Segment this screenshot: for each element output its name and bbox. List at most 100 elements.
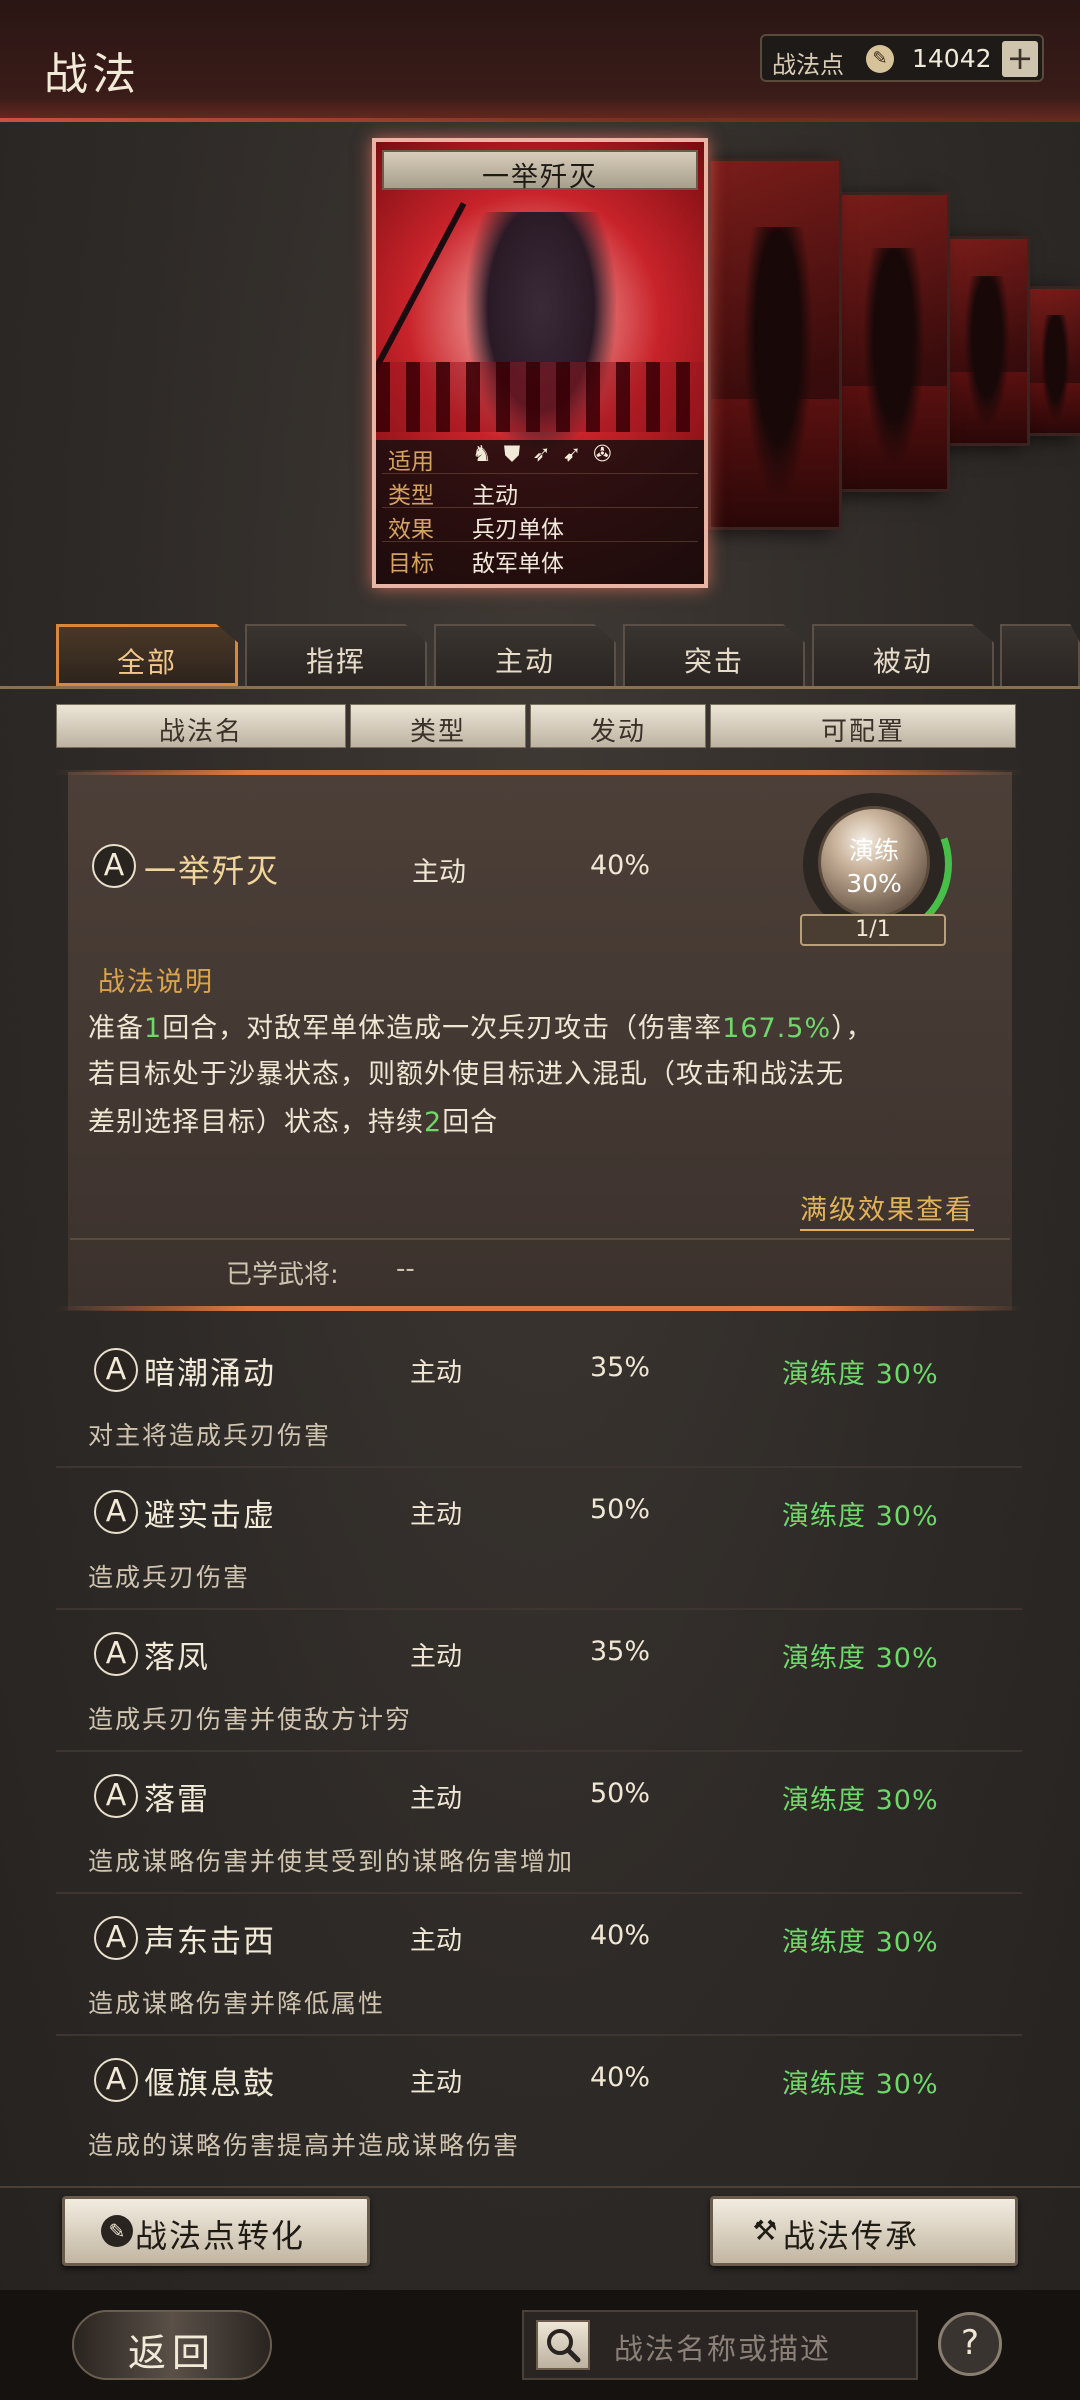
tab-active[interactable]: 主动 <box>434 624 616 686</box>
tactic-points-label: 战法点 <box>772 51 844 79</box>
tactic-points-value: 14042 <box>912 44 992 73</box>
tab-all[interactable]: 全部 <box>56 624 238 686</box>
grade-badge: A <box>94 1490 138 1534</box>
grade-badge: A <box>94 2058 138 2102</box>
page-title: 战法 <box>44 49 140 100</box>
drill-value: 30% <box>846 869 902 898</box>
tactic-summary: 造成谋略伤害并使其受到的谋略伤害增加 <box>88 1847 575 1876</box>
card-info-row: 目标 敌军单体 <box>382 542 698 577</box>
tactic-summary: 对主将造成兵刃伤害 <box>88 1421 332 1450</box>
tab-label: 主动 <box>494 645 555 678</box>
hammer-icon: ⚒ <box>752 2214 778 2247</box>
search-icon <box>547 2329 581 2363</box>
info-key: 目标 <box>388 551 434 577</box>
description-text: 回合 <box>442 1107 499 1138</box>
tactic-name: 一举歼灭 <box>144 852 281 890</box>
button-label: 战法点转化 <box>135 2217 306 2255</box>
tactic-row[interactable]: A 偃旗息鼓 主动 40% 演练度 30% 造成的谋略伤害提高并造成谋略伤害 <box>56 2036 1022 2178</box>
column-label: 可配置 <box>820 717 905 747</box>
army-illustration <box>376 362 704 432</box>
shield-icon: ⛊ <box>503 442 533 467</box>
tactic-points-box: 战法点 ✎ 14042 + <box>760 34 1044 82</box>
description-line: 若目标处于沙暴状态，则额外使目标进入混乱（攻击和战法无 <box>88 1059 844 1090</box>
info-key: 类型 <box>388 483 434 509</box>
drill-count: 1/1 <box>855 917 891 942</box>
column-configurable[interactable]: 可配置 <box>710 704 1016 748</box>
description-highlight: 167.5% <box>722 1013 832 1044</box>
tactic-row[interactable]: A 声东击西 主动 40% 演练度 30% 造成谋略伤害并降低属性 <box>56 1894 1022 2036</box>
tab-label: 指挥 <box>305 645 366 678</box>
column-trigger[interactable]: 发动 <box>530 704 706 748</box>
column-label: 战法名 <box>158 717 243 747</box>
tactic-card-preview[interactable] <box>832 192 950 492</box>
card-info-row: 适用 ♞⛊➶➹✇ <box>382 440 698 475</box>
search-placeholder: 战法名称或描述 <box>614 2332 832 2366</box>
column-label: 发动 <box>589 717 646 747</box>
add-points-button[interactable]: + <box>1002 41 1038 77</box>
tactic-name: 落雷 <box>144 1782 210 1818</box>
tactic-card-preview[interactable] <box>1024 286 1080 436</box>
back-label: 返回 <box>127 2331 216 2375</box>
column-label: 类型 <box>409 717 466 747</box>
drill-progress: 演练度 30% <box>782 1501 939 1532</box>
drill-count-plate: 1/1 <box>800 914 946 946</box>
back-button[interactable]: 返回 <box>72 2310 272 2380</box>
drill-orb-button[interactable]: 演练 30% <box>818 806 930 918</box>
convert-points-button[interactable]: ✎ 战法点转化 <box>62 2196 370 2266</box>
tactic-row[interactable]: A 落凤 主动 35% 演练度 30% 造成兵刃伤害并使敌方计穷 <box>56 1610 1022 1752</box>
description-line: 差别选择目标）状态，持续2回合 <box>88 1100 498 1139</box>
tab-more[interactable] <box>1000 624 1080 686</box>
tactic-card-preview[interactable] <box>940 236 1030 446</box>
info-key: 适用 <box>388 449 434 475</box>
description-text: 回合，对敌军单体造成一次兵刃攻击（伤害率 <box>162 1013 723 1044</box>
tab-assault[interactable]: 突击 <box>623 624 805 686</box>
divider <box>56 1306 1022 1311</box>
description-text: 差别选择目标）状态，持续 <box>88 1107 424 1138</box>
unit-type-icons: ♞⛊➶➹✇ <box>472 442 624 467</box>
drill-progress: 演练度 30% <box>782 1785 939 1816</box>
tactic-row[interactable]: A 落雷 主动 50% 演练度 30% 造成谋略伤害并使其受到的谋略伤害增加 <box>56 1752 1022 1894</box>
search-input[interactable]: 战法名称或描述 <box>522 2310 918 2380</box>
tactic-rate: 40% <box>590 2062 651 2093</box>
tactic-name: 声东击西 <box>144 1924 276 1960</box>
featured-tactic-card[interactable]: 一举歼灭 适用 ♞⛊➶➹✇ 类型 主动 效果 兵刃单体 目标 敌军单体 <box>372 138 708 588</box>
grade-badge: A <box>94 1632 138 1676</box>
tactic-point-icon: ✎ <box>101 2215 133 2247</box>
card-info-row: 效果 兵刃单体 <box>382 508 698 543</box>
divider <box>56 770 1022 775</box>
tactic-type: 主动 <box>410 1358 463 1388</box>
column-type[interactable]: 类型 <box>350 704 526 748</box>
search-button[interactable] <box>536 2320 590 2370</box>
tactic-rate: 50% <box>590 1778 651 1809</box>
tab-label: 全部 <box>116 646 177 679</box>
tactic-row[interactable]: A 暗潮涌动 主动 35% 演练度 30% 对主将造成兵刃伤害 <box>56 1326 1022 1468</box>
tactic-rate: 40% <box>590 850 651 881</box>
tab-label: 被动 <box>872 645 933 678</box>
max-level-effect-link[interactable]: 满级效果查看 <box>800 1188 974 1231</box>
grade-badge: A <box>92 844 136 888</box>
tab-passive[interactable]: 被动 <box>812 624 994 686</box>
tactic-row[interactable]: A 避实击虚 主动 50% 演练度 30% 造成兵刃伤害 <box>56 1468 1022 1610</box>
tactic-name: 偃旗息鼓 <box>144 2066 276 2102</box>
archer-icon: ➶ <box>532 442 563 467</box>
inherit-tactic-button[interactable]: ⚒ 战法传承 <box>710 2196 1018 2266</box>
column-name[interactable]: 战法名 <box>56 704 346 748</box>
description-highlight: 1 <box>144 1013 163 1044</box>
tactic-card-preview[interactable] <box>708 158 842 530</box>
card-info-row: 类型 主动 <box>382 474 698 509</box>
card-title-bar: 一举歼灭 <box>382 150 698 193</box>
grade-badge: A <box>94 1916 138 1960</box>
tactic-rate: 50% <box>590 1494 651 1525</box>
tab-command[interactable]: 指挥 <box>245 624 427 686</box>
card-title: 一举歼灭 <box>482 162 598 193</box>
info-value: 主动 <box>472 483 518 509</box>
help-button[interactable]: ? <box>938 2312 1002 2376</box>
tactic-name: 落凤 <box>144 1640 210 1676</box>
tactic-summary: 造成兵刃伤害并使敌方计穷 <box>88 1705 413 1734</box>
grade-badge: A <box>94 1774 138 1818</box>
cavalry-icon: ♞ <box>472 442 504 467</box>
tactic-name: 暗潮涌动 <box>144 1356 276 1392</box>
spear-icon: ➹ <box>562 442 594 467</box>
learned-generals-value: -- <box>396 1254 415 1284</box>
tab-underline <box>0 686 1080 689</box>
